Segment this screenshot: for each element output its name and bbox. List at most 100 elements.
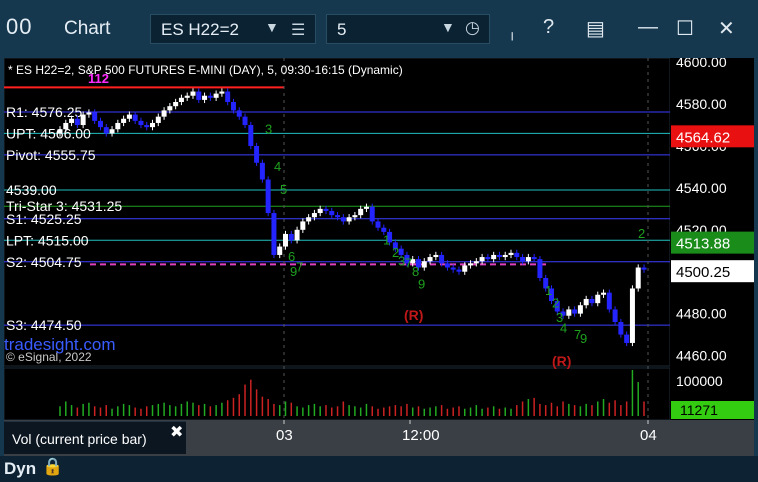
candle-body <box>80 114 86 126</box>
sequence-label: 5 <box>280 182 287 197</box>
price-chart[interactable]: 4600.004580.004560.004540.004520.004500.… <box>0 58 758 456</box>
candle-body <box>601 292 607 295</box>
candle-body <box>369 206 375 222</box>
candle-body <box>566 309 572 316</box>
sequence-label: 9 <box>580 331 587 346</box>
candle-body <box>57 129 63 134</box>
candle-body <box>184 95 190 98</box>
candle-body <box>109 129 115 134</box>
candle-body <box>190 91 196 96</box>
candle-body <box>473 261 479 264</box>
candle-body <box>271 213 277 255</box>
candle-body <box>502 254 508 258</box>
candle-body <box>363 206 369 209</box>
candle-body <box>277 246 283 255</box>
volume-label: 11271 <box>680 402 718 418</box>
level-label: R1: 4576.25 <box>6 104 82 120</box>
candle-body <box>288 234 294 241</box>
x-tick-label: 12:00 <box>402 427 440 444</box>
candle-body <box>167 106 173 111</box>
chart-header: * ES H22=2, S&P 500 FUTURES E-MINI (DAY)… <box>8 63 403 77</box>
candle-body <box>572 309 578 314</box>
volume-legend-label: Vol (current price bar) <box>12 431 147 447</box>
candle-body <box>115 122 121 130</box>
help-icon[interactable]: ? <box>543 16 554 39</box>
candle-body <box>439 254 445 264</box>
clock-icon[interactable]: ◷ <box>465 18 480 38</box>
menu-icon[interactable]: ☰ <box>291 20 305 40</box>
close-icon[interactable]: ✕ <box>718 16 735 41</box>
candle-body <box>97 120 103 128</box>
candle-body <box>202 95 208 100</box>
level-label: Pivot: 4555.75 <box>6 147 96 163</box>
interval-input[interactable]: 5 ▼ ◷ <box>326 14 490 44</box>
sequence-label: 4 <box>560 320 567 335</box>
candle-body <box>155 116 161 123</box>
symbol-value: ES H22=2 <box>161 20 239 39</box>
title-bar: 00 Chart ES H22=2 ▼ ☰ 5 ▼ ◷ ╷ ? ▤ — ☐ ✕ <box>0 0 758 58</box>
window-title: Chart <box>64 18 111 39</box>
level-label: S1: 4525.25 <box>6 211 82 227</box>
minimize-icon[interactable]: — <box>638 16 658 39</box>
left-border <box>0 58 4 456</box>
layout-icon[interactable]: ▤ <box>586 16 605 41</box>
volume-tick-label: 100000 <box>676 373 723 389</box>
candle-body <box>450 267 456 270</box>
level-label: LPT: 4515.00 <box>6 232 89 248</box>
candle-body <box>306 217 312 222</box>
price-label: 4513.88 <box>676 236 730 253</box>
close-icon[interactable]: ✖ <box>170 422 183 442</box>
sequence-label: 9 <box>418 276 425 291</box>
volume-legend: Vol (current price bar) ✖ <box>4 421 186 454</box>
right-border <box>754 58 758 456</box>
candle-body <box>352 215 358 218</box>
candle-body <box>242 116 248 126</box>
sequence-label: 2 <box>638 226 645 241</box>
candle-body <box>335 215 341 218</box>
level-label: UPT: 4566.00 <box>6 125 91 141</box>
y-tick-label: 4540.00 <box>676 180 727 196</box>
candle-body <box>520 257 526 262</box>
candle-body <box>138 120 144 126</box>
sequence-label: 2 <box>552 295 559 310</box>
candle-body <box>144 125 150 128</box>
x-tick-label: 04 <box>640 427 657 444</box>
candle-body <box>121 118 127 123</box>
candle-body <box>641 267 647 270</box>
candle-body <box>178 97 184 102</box>
candle-body <box>612 309 618 322</box>
chevron-down-icon[interactable]: ▼ <box>265 19 279 35</box>
candle-body <box>126 114 132 119</box>
pin-icon[interactable]: ╷ <box>508 24 516 41</box>
candle-body <box>92 112 98 121</box>
candle-body <box>236 110 242 117</box>
y-tick-label: 4580.00 <box>676 96 727 112</box>
candle-body <box>375 221 381 228</box>
candle-body <box>86 112 92 115</box>
candle-body <box>259 162 265 180</box>
price-label: 4564.62 <box>676 129 730 146</box>
candle-body <box>132 114 138 121</box>
candle-body <box>311 213 317 218</box>
candle-body <box>213 93 219 98</box>
copyright: © eSignal, 2022 <box>6 350 92 364</box>
dyn-mode-button[interactable]: Dyn <box>4 459 36 479</box>
candle-body <box>69 118 75 123</box>
candle-body <box>635 267 641 289</box>
candle-body <box>468 263 474 266</box>
candle-body <box>248 125 254 146</box>
lock-icon[interactable]: 🔒 <box>42 457 63 477</box>
candle-body <box>444 263 450 268</box>
candle-body <box>433 254 439 258</box>
candle-body <box>537 259 543 278</box>
candle-body <box>485 257 491 260</box>
chevron-down-icon[interactable]: ▼ <box>441 19 455 35</box>
candle-body <box>577 305 583 314</box>
maximize-icon[interactable]: ☐ <box>676 16 694 41</box>
candle-body <box>421 261 427 268</box>
symbol-input[interactable]: ES H22=2 ▼ ☰ <box>150 14 316 44</box>
level-label: S2: 4504.75 <box>6 254 82 270</box>
app-logo-icon: 00 <box>6 14 33 39</box>
sequence-label: 9 <box>290 264 297 279</box>
candle-body <box>300 221 306 230</box>
